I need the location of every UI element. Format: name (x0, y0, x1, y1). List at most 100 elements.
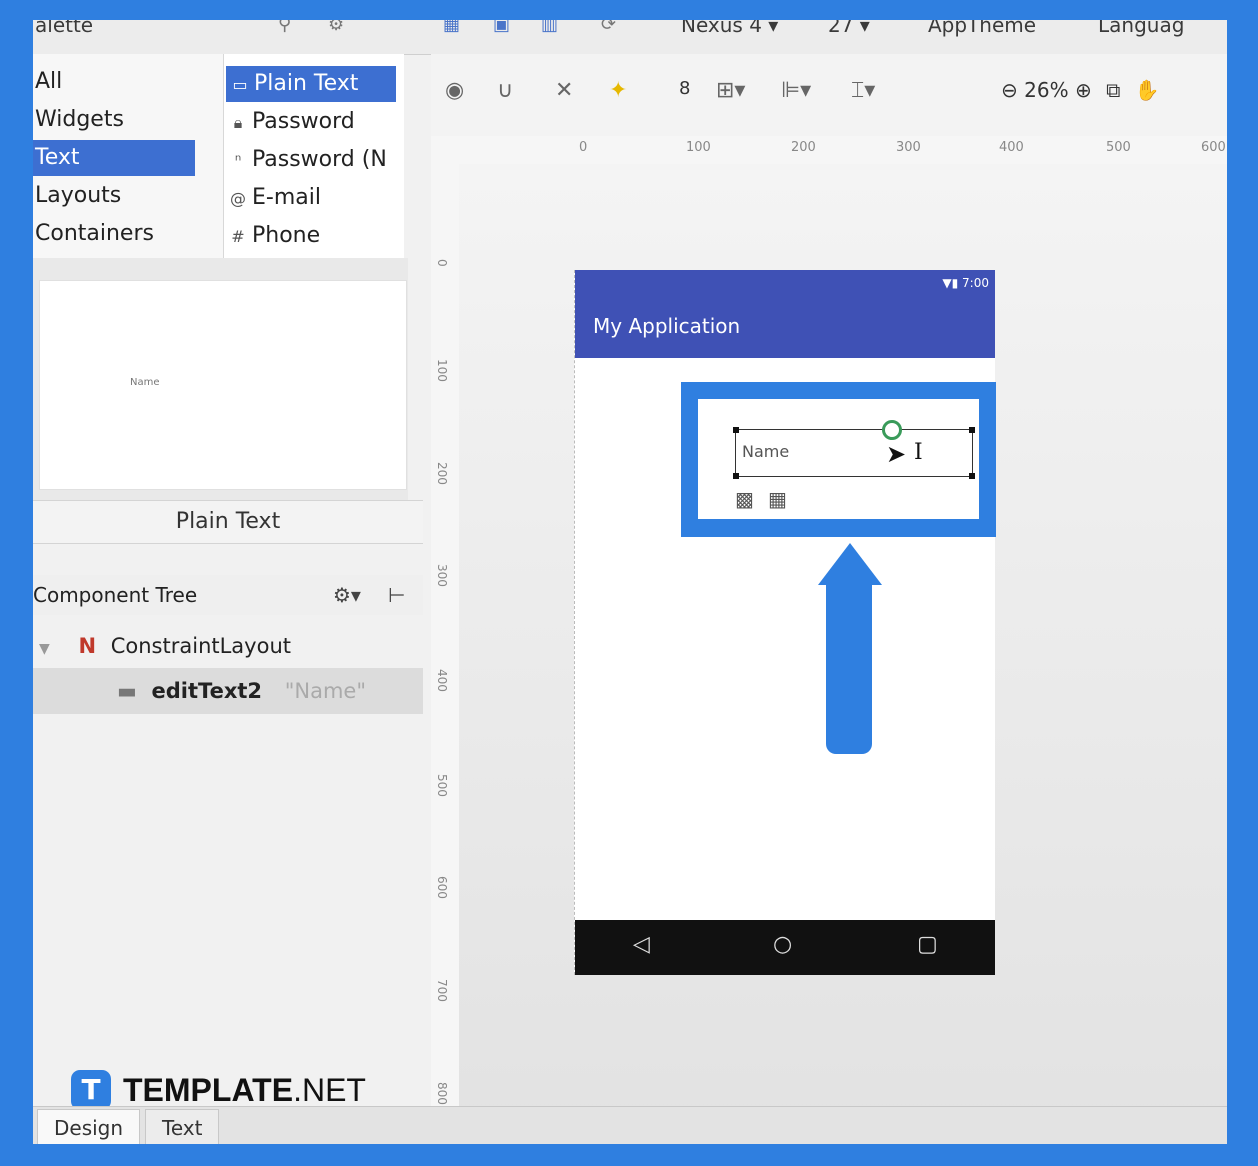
palette-item-phone[interactable]: # Phone (224, 218, 399, 254)
horizontal-ruler: 0 100 200 300 400 500 600 (431, 136, 1227, 165)
ruler-label: 300 (435, 564, 449, 587)
pack-icon[interactable]: ⊞▾ (716, 78, 745, 103)
magnet-icon[interactable]: ∪ (497, 78, 513, 103)
ruler-label: 700 (435, 979, 449, 1002)
design-toolbar: ◉ ∪ ✕ ✦ 8 ⊞▾ ⊫▾ ⌶▾ ⊖ 26% ⊕ ⧉ ✋ (431, 54, 1227, 137)
ruler-label: 500 (1106, 140, 1131, 155)
highlight-box: Name ➤ I ▩ ▦ (681, 382, 996, 537)
resize-handle[interactable] (969, 427, 975, 433)
zoom-in-icon[interactable]: ⊕ (1075, 78, 1092, 102)
app-title: My Application (593, 314, 741, 338)
ruler-label: 500 (435, 774, 449, 797)
resize-handle[interactable] (733, 427, 739, 433)
top-toolbar: alette ⚲ ⚙ ▦ ▣ ▥ ⟳ Nexus 4 ▾ 27 ▾ AppThe… (33, 20, 1227, 55)
blueprint-view-icon[interactable]: ▣ (493, 20, 510, 36)
resize-handle[interactable] (733, 473, 739, 479)
palette-item-plain-text[interactable]: ▭ Plain Text (226, 66, 396, 102)
back-icon: ◁ (633, 932, 650, 957)
lock-icon: 🔒︎ (233, 113, 243, 132)
preview-text: Name (130, 377, 160, 388)
selected-component-zoom: Name ➤ I ▩ ▦ (698, 399, 979, 519)
constraint-anchor[interactable] (882, 420, 902, 440)
expand-arrow-icon[interactable]: ▼ (39, 641, 50, 657)
app-bar: ▼▮ 7:00 My Application (575, 270, 995, 358)
align-icon[interactable]: ⊫▾ (781, 78, 811, 103)
orientation-icon[interactable]: ⟳ (601, 20, 616, 36)
baseline-icon[interactable]: ▩ (735, 487, 754, 511)
infer-constraints-icon[interactable]: ✦ (609, 78, 627, 103)
ruler-label: 0 (579, 140, 588, 155)
ruler-label: 400 (435, 669, 449, 692)
nav-bar: ◁ ○ ▢ (575, 920, 995, 975)
lock-numeric-icon: ⁿ (234, 151, 242, 170)
ruler-label: 200 (435, 462, 449, 485)
edittext-icon: ▬ (117, 679, 137, 703)
margin-icon[interactable]: 8 (679, 78, 690, 99)
category-widgets[interactable]: Widgets (33, 102, 195, 138)
editor-tabs: Design Text (33, 1106, 1227, 1144)
zoom-controls: ⊖ 26% ⊕ ⧉ ✋ (1001, 78, 1160, 102)
logo-text: TEMPLATE.NET (123, 1072, 366, 1108)
palette-categories: All Widgets Text Layouts Containers (33, 54, 232, 280)
fit-screen-icon[interactable]: ⧉ (1106, 78, 1120, 102)
ruler-label: 100 (686, 140, 711, 155)
component-tree-title: Component Tree (33, 583, 198, 607)
tab-text[interactable]: Text (145, 1109, 220, 1144)
device-selector[interactable]: Nexus 4 ▾ (681, 20, 778, 36)
highlight-frame: alette ⚲ ⚙ ▦ ▣ ▥ ⟳ Nexus 4 ▾ 27 ▾ AppThe… (0, 0, 1258, 1166)
pan-icon[interactable]: ✋ (1135, 78, 1160, 102)
hash-icon: # (231, 227, 245, 246)
guidelines-icon[interactable]: ⌶▾ (851, 78, 875, 103)
category-all[interactable]: All (33, 64, 195, 100)
tree-row-constraintlayout[interactable]: ▼ N ConstraintLayout (33, 623, 423, 669)
up-arrow-icon (818, 543, 882, 585)
ruler-label: 0 (435, 259, 449, 267)
palette-items: ▭ Plain Text 🔒︎ Password ⁿ Password (N @ E-m… (223, 54, 404, 280)
eye-icon[interactable]: ◉ (445, 78, 464, 103)
palette-item-password[interactable]: 🔒︎ Password (224, 104, 399, 140)
zoom-level: 26% (1024, 78, 1069, 102)
api-selector[interactable]: 27 ▾ (828, 20, 870, 36)
device-preview[interactable]: ▼▮ 7:00 My Application ◁ ○ ▢ (574, 270, 995, 975)
ruler-label: 400 (999, 140, 1024, 155)
edittext-name[interactable]: Name ➤ I (733, 420, 975, 479)
settings-icon[interactable]: ⚙ (328, 20, 344, 36)
pointer-cursor-icon: ➤ (886, 440, 907, 468)
palette-item-password-numeric[interactable]: ⁿ Password (N (224, 142, 399, 178)
at-icon: @ (230, 189, 246, 208)
logo-badge-icon: T (71, 1070, 111, 1110)
category-text[interactable]: Text (33, 140, 195, 176)
category-containers[interactable]: Containers (33, 216, 195, 252)
size-icon[interactable]: ▦ (768, 487, 787, 511)
ruler-label: 600 (1201, 140, 1226, 155)
theme-selector[interactable]: AppTheme (928, 20, 1036, 36)
text-field-icon: ▭ (232, 75, 248, 94)
palette-preview: Name (33, 258, 408, 518)
android-studio-window: alette ⚲ ⚙ ▦ ▣ ▥ ⟳ Nexus 4 ▾ 27 ▾ AppThe… (33, 20, 1227, 1144)
constraint-layout-icon: N (78, 634, 97, 658)
resize-handle[interactable] (969, 473, 975, 479)
ruler-label: 300 (896, 140, 921, 155)
ruler-label: 800 (435, 1082, 449, 1105)
zoom-out-icon[interactable]: ⊖ (1001, 78, 1018, 102)
ruler-label: 200 (791, 140, 816, 155)
home-icon: ○ (773, 932, 793, 957)
category-layouts[interactable]: Layouts (33, 178, 195, 214)
tab-design[interactable]: Design (37, 1109, 141, 1144)
gear-icon[interactable]: ⚙▾ (333, 575, 361, 615)
palette-title: alette (35, 20, 94, 37)
status-bar: ▼▮ 7:00 (942, 276, 989, 290)
language-selector[interactable]: Languag (1098, 20, 1184, 36)
collapse-icon[interactable]: ⊢ (388, 575, 405, 615)
text-cursor-icon: I (914, 440, 923, 465)
up-arrow-shaft (826, 582, 872, 754)
both-views-icon[interactable]: ▥ (541, 20, 558, 36)
tree-row-edittext2[interactable]: ▬ editText2 "Name" (33, 668, 423, 714)
preview-canvas: Name (39, 280, 407, 490)
search-icon[interactable]: ⚲ (278, 20, 291, 36)
preview-label: Plain Text (33, 500, 423, 544)
component-tree-header: Component Tree ⚙▾ ⊢ (33, 575, 423, 615)
palette-item-email[interactable]: @ E-mail (224, 180, 399, 216)
clear-constraints-icon[interactable]: ✕ (555, 78, 573, 103)
design-view-icon[interactable]: ▦ (443, 20, 460, 36)
